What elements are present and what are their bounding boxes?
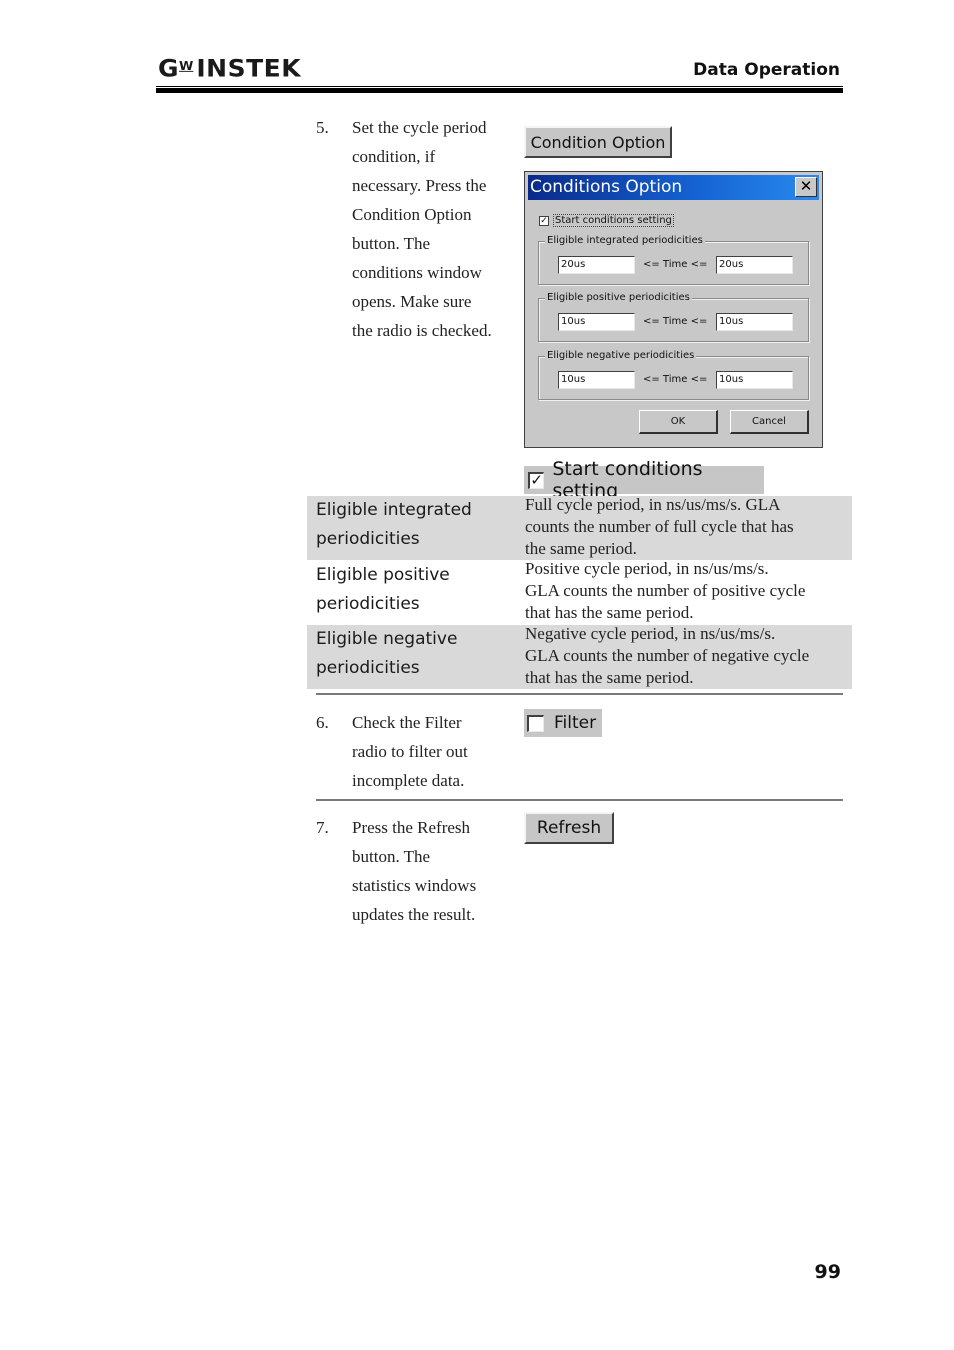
step-line: button. The bbox=[352, 847, 431, 866]
group-label: Eligible positive periodicities bbox=[545, 292, 692, 303]
relation-label: <= Time <= bbox=[643, 374, 708, 385]
negative-max-input[interactable]: 10us bbox=[716, 371, 793, 389]
term-line: periodicities bbox=[316, 529, 420, 549]
description-line: counts the number of full cycle that has bbox=[525, 517, 794, 536]
description-line: that has the same period. bbox=[525, 668, 694, 687]
section-title: Data Operation bbox=[693, 60, 840, 80]
step-line: Set the cycle period bbox=[352, 118, 487, 137]
step-line: necessary. Press the bbox=[352, 176, 487, 195]
relation-label: <= Time <= bbox=[643, 316, 708, 327]
description-line: that has the same period. bbox=[525, 603, 694, 622]
logo-letter-w: W bbox=[179, 59, 194, 74]
description-line: Positive cycle period, in ns/us/ms/s. bbox=[525, 559, 769, 578]
description-line: Negative cycle period, in ns/us/ms/s. bbox=[525, 624, 776, 643]
term-cell: Eligible integrated periodicities bbox=[316, 496, 516, 554]
logo-instek: INSTEK bbox=[196, 54, 302, 83]
step-number: 7. bbox=[316, 818, 329, 837]
term-line: Eligible positive bbox=[316, 565, 450, 585]
term-line: periodicities bbox=[316, 658, 420, 678]
checkmark-icon[interactable]: ✓ bbox=[528, 471, 545, 489]
step-number: 5. bbox=[316, 118, 329, 137]
group-negative-periodicities: Eligible negative periodicities 10us <= … bbox=[538, 350, 809, 400]
step-divider bbox=[316, 799, 843, 801]
step-line: opens. Make sure bbox=[352, 292, 472, 311]
group-label: Eligible integrated periodicities bbox=[545, 235, 705, 246]
step-line: conditions window bbox=[352, 263, 482, 282]
relation-label: <= Time <= bbox=[643, 259, 708, 270]
table-row: Eligible integrated periodicities Full c… bbox=[307, 494, 852, 560]
group-integrated-periodicities: Eligible integrated periodicities 20us <… bbox=[538, 235, 809, 285]
ok-button[interactable]: OK bbox=[639, 410, 718, 434]
checkmark-icon[interactable]: ✓ bbox=[539, 215, 549, 226]
empty-checkbox-icon[interactable] bbox=[527, 714, 544, 732]
conditions-option-dialog: Conditions Option ✕ ✓ Start conditions s… bbox=[524, 171, 823, 448]
group-label: Eligible negative periodicities bbox=[545, 350, 697, 361]
condition-option-button[interactable]: Condition Option bbox=[524, 126, 672, 158]
positive-max-input[interactable]: 10us bbox=[716, 313, 793, 331]
term-cell: Eligible negative periodicities bbox=[316, 625, 516, 683]
step-line: Press the Refresh bbox=[352, 818, 471, 837]
negative-min-input[interactable]: 10us bbox=[558, 371, 635, 389]
term-line: Eligible negative bbox=[316, 629, 458, 649]
step-text: Press the Refresh button. The statistics… bbox=[352, 813, 512, 929]
step-divider bbox=[316, 693, 843, 695]
condition-option-label: Condition Option bbox=[530, 132, 666, 152]
filter-label: Filter bbox=[554, 713, 597, 733]
step-line: radio to filter out bbox=[352, 742, 468, 761]
step-line: condition, if bbox=[352, 147, 436, 166]
page-number: 99 bbox=[814, 1261, 841, 1283]
group-positive-periodicities: Eligible positive periodicities 10us <= … bbox=[538, 292, 809, 342]
table-row: Eligible positive periodicities Positive… bbox=[307, 558, 852, 624]
description-line: Full cycle period, in ns/us/ms/s. GLA bbox=[525, 495, 781, 514]
header-rule-thick bbox=[156, 88, 843, 93]
term-line: periodicities bbox=[316, 594, 420, 614]
step-line: updates the result. bbox=[352, 905, 476, 924]
positive-min-input[interactable]: 10us bbox=[558, 313, 635, 331]
dialog-title: Conditions Option bbox=[530, 177, 683, 197]
term-line: Eligible integrated bbox=[316, 500, 472, 520]
description-line: the same period. bbox=[525, 539, 637, 558]
step-line: Check the Filter bbox=[352, 713, 462, 732]
close-icon[interactable]: ✕ bbox=[795, 177, 817, 197]
step-line: button. The bbox=[352, 234, 431, 253]
term-cell: Eligible positive periodicities bbox=[316, 561, 516, 619]
dialog-titlebar[interactable]: Conditions Option ✕ bbox=[528, 175, 819, 200]
refresh-button[interactable]: Refresh bbox=[524, 812, 614, 844]
cancel-button[interactable]: Cancel bbox=[730, 410, 809, 434]
step-line: incomplete data. bbox=[352, 771, 465, 790]
header-rule-thin bbox=[156, 86, 843, 87]
integrated-max-input[interactable]: 20us bbox=[716, 256, 793, 274]
filter-checkbox[interactable]: Filter bbox=[524, 709, 602, 737]
description-cell: Negative cycle period, in ns/us/ms/s. GL… bbox=[525, 623, 850, 689]
start-conditions-checkbox-large[interactable]: ✓ Start conditions setting bbox=[524, 458, 764, 502]
description-cell: Positive cycle period, in ns/us/ms/s. GL… bbox=[525, 558, 850, 624]
start-conditions-checkbox[interactable]: ✓ Start conditions setting bbox=[539, 214, 674, 227]
table-row: Eligible negative periodicities Negative… bbox=[307, 623, 852, 689]
step-line: statistics windows bbox=[352, 876, 477, 895]
description-line: GLA counts the number of negative cycle bbox=[525, 646, 810, 665]
description-line: GLA counts the number of positive cycle bbox=[525, 581, 806, 600]
description-cell: Full cycle period, in ns/us/ms/s. GLA co… bbox=[525, 494, 850, 560]
step-text: Set the cycle period condition, if neces… bbox=[352, 113, 512, 345]
gw-instek-logo: GW INSTEK bbox=[158, 55, 301, 83]
step-line: Condition Option bbox=[352, 205, 472, 224]
step-line: the radio is checked. bbox=[352, 321, 492, 340]
step-text: Check the Filter radio to filter out inc… bbox=[352, 708, 512, 795]
refresh-label: Refresh bbox=[536, 818, 602, 838]
integrated-min-input[interactable]: 20us bbox=[558, 256, 635, 274]
step-number: 6. bbox=[316, 713, 329, 732]
logo-letter-g: G bbox=[158, 54, 180, 83]
start-conditions-label: Start conditions setting bbox=[553, 214, 674, 227]
